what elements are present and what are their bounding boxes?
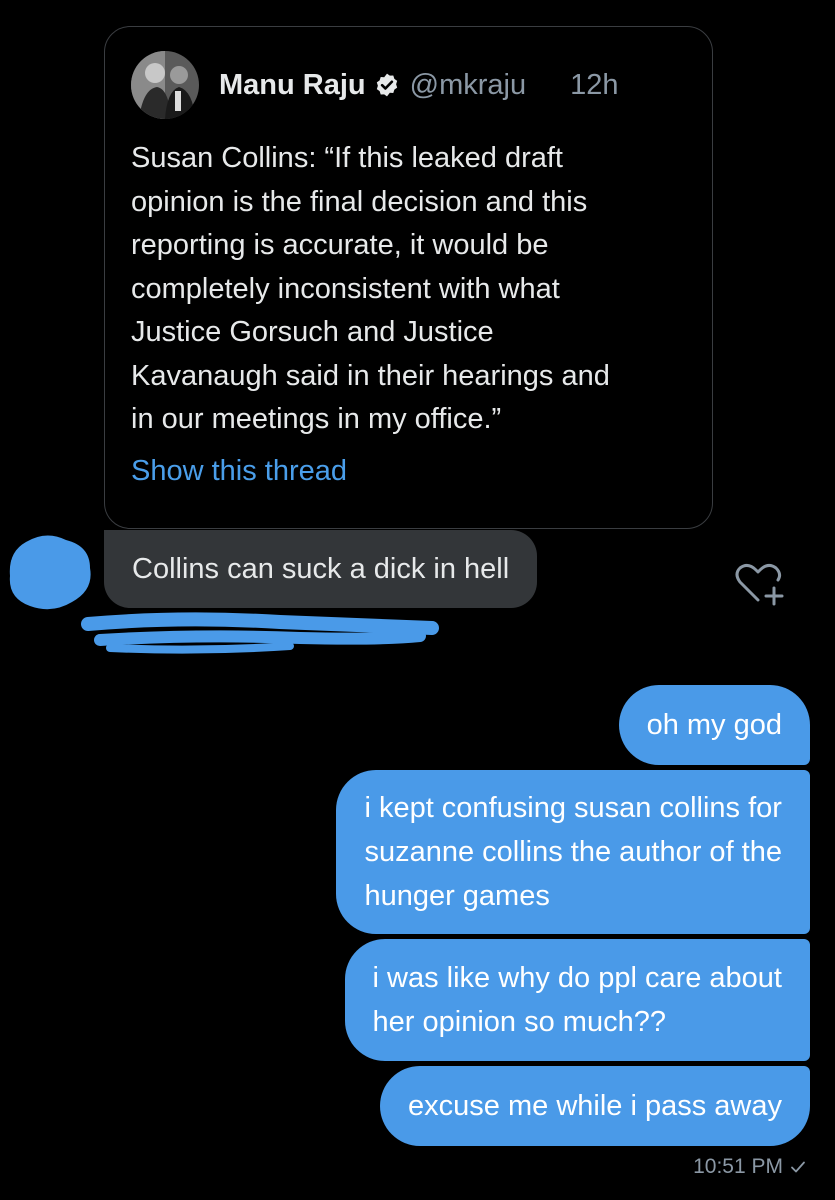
- redacted-avatar: [9, 535, 91, 610]
- tweet-text: Susan Collins: “If this leaked draft opi…: [131, 142, 610, 435]
- checkmark-icon: [791, 1161, 805, 1173]
- received-message-text: Collins can suck a dick in hell: [132, 552, 510, 585]
- verified-badge-icon: [376, 73, 397, 97]
- quoted-tweet-card[interactable]: Manu Raju @mkraju 12h Susan Collins: “If…: [104, 26, 713, 529]
- sent-message-text: i was like why do ppl care about her opi…: [372, 962, 782, 1038]
- sent-message-bubble[interactable]: i was like why do ppl care about her opi…: [344, 939, 810, 1061]
- sent-message-bubble[interactable]: oh my god: [618, 685, 810, 765]
- sent-message-text: oh my god: [646, 709, 782, 741]
- sent-message-bubble[interactable]: i kept confusing susan collins for suzan…: [336, 770, 810, 934]
- sent-message-text: i kept confusing susan collins for suzan…: [364, 792, 782, 912]
- show-thread-link[interactable]: Show this thread: [131, 455, 347, 488]
- timestamp-text: 10:51 PM: [693, 1155, 783, 1178]
- tweet-time: 12h: [570, 68, 619, 101]
- author-avatar[interactable]: [131, 51, 199, 119]
- author-name[interactable]: Manu Raju: [219, 69, 366, 102]
- redacted-name: [81, 612, 439, 654]
- sent-message-text: excuse me while i pass away: [408, 1090, 782, 1122]
- author-handle[interactable]: @mkraju: [410, 69, 526, 102]
- message-timestamp: 10:51 PM: [693, 1155, 807, 1179]
- received-message-bubble[interactable]: Collins can suck a dick in hell: [104, 530, 538, 608]
- heart-plus-icon[interactable]: [732, 560, 788, 608]
- sent-message-bubble[interactable]: excuse me while i pass away: [380, 1066, 810, 1146]
- tweet-header: Manu Raju @mkraju 12h: [131, 51, 618, 119]
